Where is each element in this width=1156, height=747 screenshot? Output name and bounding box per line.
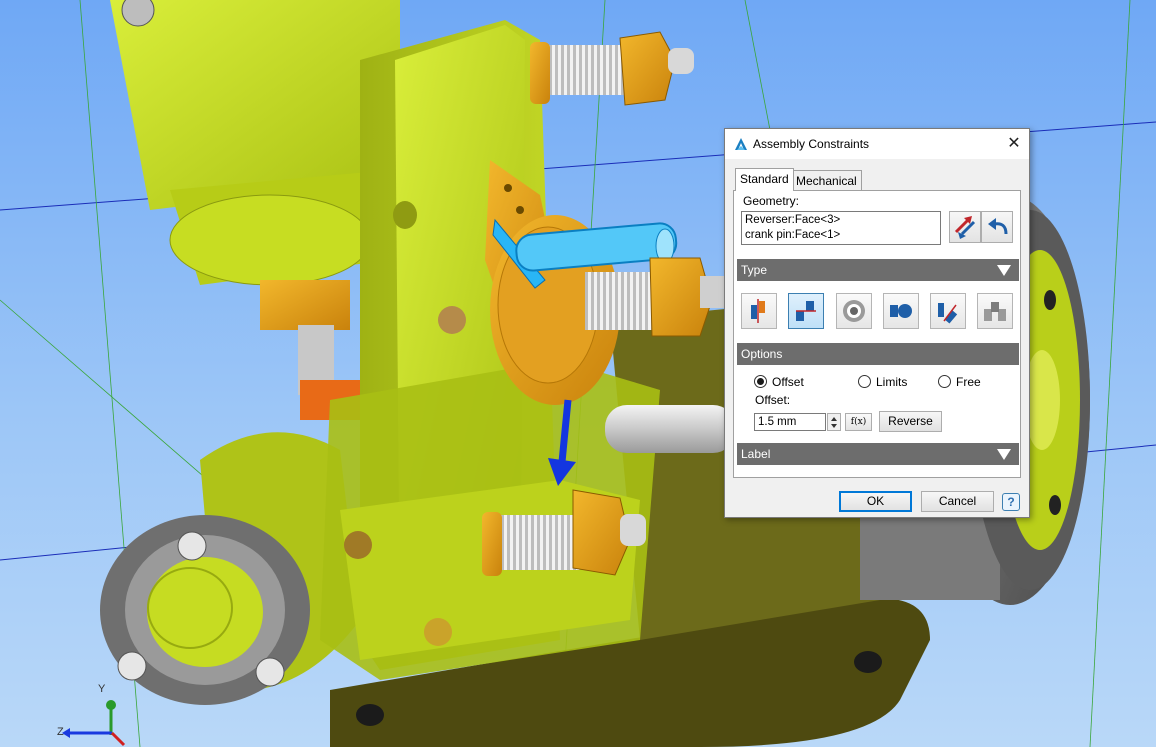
axis-triad	[62, 700, 126, 747]
tab-mechanical[interactable]: Mechanical	[791, 170, 862, 190]
angle-icon	[938, 303, 958, 324]
label-section-label: Label	[741, 447, 771, 461]
flush-icon	[796, 301, 816, 321]
undo-selection-button[interactable]	[981, 211, 1013, 243]
type-section-label: Type	[741, 263, 768, 277]
limits-radio[interactable]: Limits	[858, 375, 907, 391]
geometry-item[interactable]: Reverser:Face<3>	[745, 213, 937, 228]
type-mate-button[interactable]	[741, 293, 777, 329]
swap-geometry-button[interactable]	[949, 211, 981, 243]
left-flange	[100, 432, 360, 705]
cancel-button[interactable]: Cancel	[921, 491, 994, 512]
collapse-icon	[997, 265, 1011, 276]
geometry-list[interactable]: Reverser:Face<3> crank pin:Face<1>	[741, 211, 941, 245]
type-angle-button[interactable]	[930, 293, 966, 329]
reverse-button[interactable]: Reverse	[879, 411, 942, 432]
collapse-icon	[997, 449, 1011, 460]
geometry-label: Geometry:	[743, 194, 800, 208]
free-radio-label: Free	[956, 375, 981, 389]
offset-field-label: Offset:	[755, 393, 791, 407]
tangent-icon	[890, 304, 912, 318]
close-button[interactable]: ✕	[999, 129, 1029, 159]
type-symmetry-button[interactable]	[977, 293, 1013, 329]
offset-radio[interactable]: Offset	[754, 375, 804, 391]
tab-standard[interactable]: Standard	[735, 168, 794, 191]
app-logo-icon	[735, 138, 747, 150]
offset-radio-label: Offset	[772, 375, 804, 389]
offset-stepper[interactable]	[827, 413, 841, 431]
dialog-title: Assembly Constraints	[753, 137, 870, 151]
options-section-header[interactable]: Options	[737, 343, 1019, 365]
stepper-up-icon[interactable]	[831, 417, 837, 421]
ok-button[interactable]: OK	[839, 491, 912, 512]
stepper-down-icon[interactable]	[831, 424, 837, 428]
options-section-label: Options	[741, 347, 783, 361]
type-concentric-button[interactable]	[836, 293, 872, 329]
label-section-header[interactable]: Label	[737, 443, 1019, 465]
function-button[interactable]: f(x)	[845, 413, 872, 431]
axis-z-label: Z	[57, 726, 64, 738]
type-section-header[interactable]: Type	[737, 259, 1019, 281]
upper-cylinder	[110, 0, 400, 420]
dialog-titlebar[interactable]: Assembly Constraints ✕	[725, 129, 1029, 159]
type-flush-button[interactable]	[788, 293, 824, 329]
type-tangent-button[interactable]	[883, 293, 919, 329]
help-button[interactable]: ?	[1002, 493, 1020, 511]
radio-indicator[interactable]	[938, 375, 951, 388]
mate-icon	[751, 299, 765, 323]
offset-input[interactable]: 1.5 mm	[754, 413, 826, 431]
swap-arrows-icon	[954, 216, 976, 239]
radio-indicator[interactable]	[754, 375, 767, 388]
assembly-constraints-dialog: Assembly Constraints ✕ Standard Mechanic…	[724, 128, 1030, 518]
limits-radio-label: Limits	[876, 375, 908, 389]
free-radio[interactable]: Free	[938, 375, 981, 391]
radio-indicator[interactable]	[858, 375, 871, 388]
geometry-item[interactable]: crank pin:Face<1>	[745, 228, 937, 243]
axis-y-label: Y	[98, 683, 106, 695]
concentric-icon	[843, 300, 865, 322]
undo-arrow-icon	[988, 218, 1008, 235]
symmetry-icon	[984, 302, 1006, 321]
